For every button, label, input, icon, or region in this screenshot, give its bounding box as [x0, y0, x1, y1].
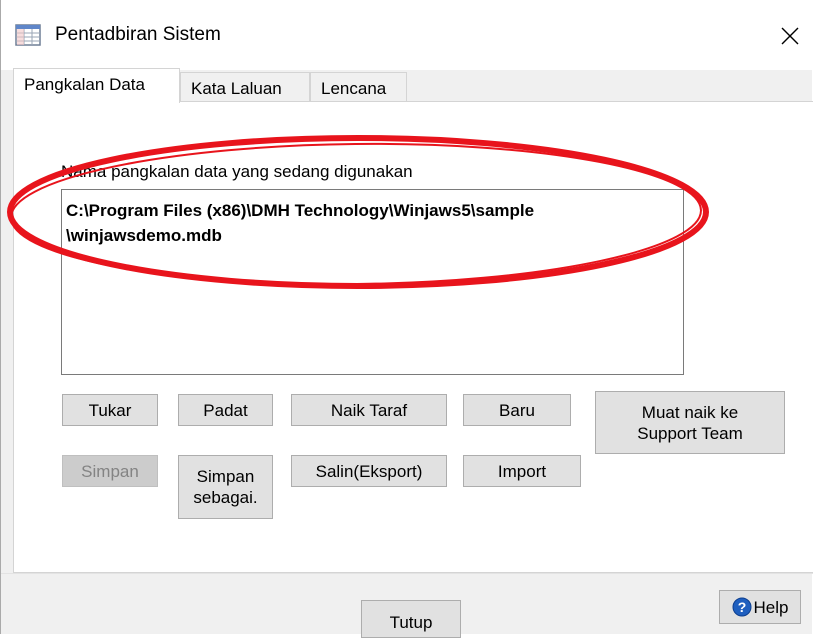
- window-title: Pentadbiran Sistem: [55, 24, 221, 45]
- system-admin-window: Pentadbiran Sistem Pangkalan Data Kata L…: [0, 0, 813, 638]
- tab-kata-laluan[interactable]: Kata Laluan: [180, 72, 310, 102]
- help-button[interactable]: ? Help: [719, 590, 801, 624]
- help-icon: ?: [732, 597, 752, 617]
- help-label: Help: [753, 597, 789, 617]
- title-bar: Pentadbiran Sistem: [1, 0, 813, 70]
- footer-divider: [1, 573, 813, 574]
- export-button[interactable]: Salin(Eksport): [291, 455, 447, 487]
- current-database-label: Nama pangkalan data yang sedang digunaka…: [61, 162, 413, 181]
- database-path-box: C:\Program Files (x86)\DMH Technology\Wi…: [61, 189, 684, 375]
- tab-lencana[interactable]: Lencana: [310, 72, 407, 102]
- database-path-line: C:\Program Files (x86)\DMH Technology\Wi…: [66, 201, 535, 220]
- baru-button[interactable]: Baru: [463, 394, 571, 426]
- svg-text:?: ?: [737, 599, 746, 615]
- button-label-line: Muat naik ke: [641, 402, 739, 422]
- button-label-line: sebagai.: [193, 488, 258, 507]
- upload-support-team-button[interactable]: Muat naik ke Support Team: [595, 391, 785, 454]
- close-icon: [781, 27, 799, 45]
- tukar-button[interactable]: Tukar: [62, 394, 158, 426]
- import-button[interactable]: Import: [463, 455, 581, 487]
- save-as-button[interactable]: Simpan sebagai.: [178, 455, 273, 519]
- button-label-line: Simpan: [196, 467, 255, 486]
- simpan-button[interactable]: Simpan: [62, 455, 158, 487]
- tab-pangkalan-data[interactable]: Pangkalan Data: [13, 68, 180, 103]
- table-window-icon: [15, 24, 41, 46]
- naik-taraf-button[interactable]: Naik Taraf: [291, 394, 447, 426]
- padat-button[interactable]: Padat: [178, 394, 273, 426]
- database-path-line: \winjawsdemo.mdb: [66, 226, 222, 245]
- close-button[interactable]: [767, 14, 813, 58]
- button-label-line: Support Team: [637, 423, 743, 443]
- tutup-button[interactable]: Tutup: [361, 600, 461, 638]
